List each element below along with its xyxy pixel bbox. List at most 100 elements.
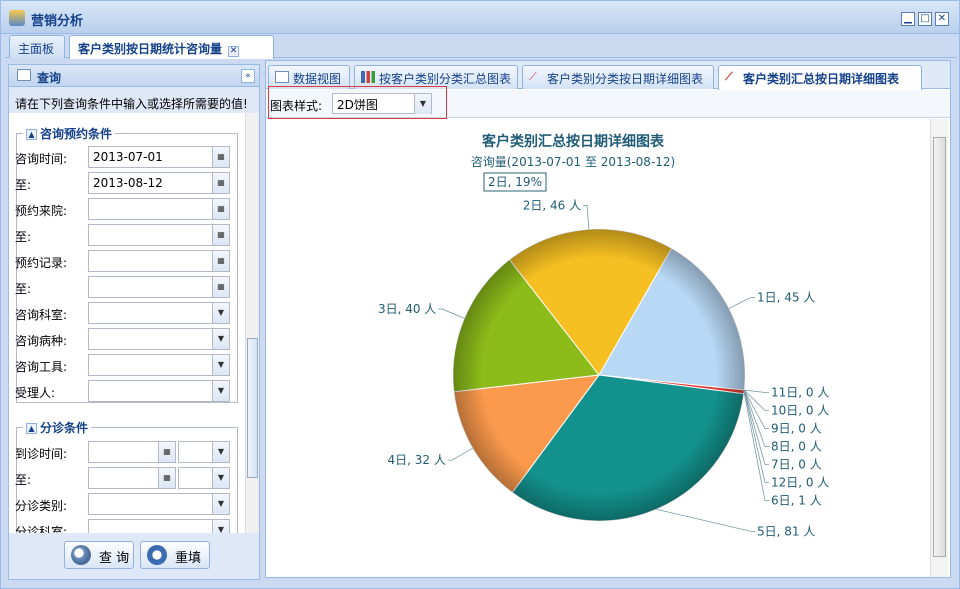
appointment-record-input[interactable]: ▦ — [88, 250, 230, 272]
collapse-icon[interactable]: « — [241, 69, 255, 83]
calendar-icon[interactable]: ▦ — [212, 225, 229, 245]
chevron-down-icon[interactable]: ▼ — [212, 442, 229, 462]
chart-title: 客户类别汇总按日期详细图表 — [481, 133, 665, 150]
arrival-hour-select[interactable]: ▼ — [178, 441, 230, 463]
tab-label: 主面板 — [18, 42, 55, 56]
calendar-icon[interactable]: ▦ — [212, 173, 229, 193]
pie-leader-line — [743, 389, 769, 447]
receiver-select[interactable]: ▼ — [88, 380, 230, 402]
triage-category-select[interactable]: ▼ — [88, 493, 230, 515]
tab-summary-date-detail-chart[interactable]: ⟋ 客户类别汇总按日期详细图表 — [718, 65, 922, 90]
chevron-down-icon[interactable]: ▼ — [212, 303, 229, 323]
maximize-button[interactable]: □ — [918, 12, 932, 26]
pie-leader-line — [447, 447, 473, 461]
tab-customer-category-date[interactable]: 客户类别按日期统计咨询量 ✕ — [69, 35, 274, 59]
app-icon — [9, 10, 25, 26]
line-chart-icon: ⟋ — [725, 70, 733, 83]
reset-button[interactable]: 重填 — [140, 541, 210, 569]
minimize-button[interactable]: ▁ — [901, 12, 915, 26]
consult-time-input[interactable]: 2013-07-01 ▦ — [88, 146, 230, 168]
tab-data-view[interactable]: 数据视图 — [268, 65, 350, 89]
pie-label: 3日, 40 人 — [378, 302, 436, 316]
pie-leader-line — [583, 205, 590, 230]
line-chart-icon: ⟋ — [529, 70, 537, 83]
consult-time-to-input[interactable]: 2013-08-12 ▦ — [88, 172, 230, 194]
calendar-icon[interactable]: ▦ — [212, 147, 229, 167]
calendar-icon[interactable]: ▦ — [158, 442, 175, 462]
scrollbar-thumb[interactable] — [247, 338, 258, 478]
chart-toolbar: 图表样式: 2D饼图 ▼ — [266, 90, 950, 118]
calendar-icon[interactable]: ▦ — [158, 468, 175, 488]
query-button[interactable]: 查 询 — [64, 541, 134, 569]
arrival-date-to-input[interactable]: ▦ — [88, 467, 176, 489]
chart-area: 客户类别汇总按日期详细图表 咨询量(2013-07-01 至 2013-08-1… — [268, 119, 930, 577]
magnifier-icon — [71, 545, 91, 565]
consult-conditions-legend[interactable]: ▲ 咨询预约条件 — [23, 125, 115, 142]
chevron-down-icon[interactable]: ▼ — [212, 381, 229, 401]
chart-scrollbar[interactable] — [930, 119, 948, 577]
outer-tab-bar: 主面板 客户类别按日期统计咨询量 ✕ — [5, 34, 957, 59]
bar-chart-icon — [361, 71, 375, 83]
query-panel-header: 查询 « — [9, 65, 259, 87]
pie-label: 10日, 0 人 — [771, 404, 829, 418]
chevron-down-icon[interactable]: ▼ — [212, 468, 229, 488]
pie-leader-line — [728, 297, 755, 309]
calendar-icon[interactable]: ▦ — [212, 277, 229, 297]
query-hint: 请在下列查询条件中输入或选择所需要的值! — [15, 97, 248, 111]
pie-label: 5日, 81 人 — [757, 524, 815, 538]
pie-label: 9日, 0 人 — [771, 422, 822, 436]
arrival-hour-to-select[interactable]: ▼ — [178, 467, 230, 489]
chart-style-label: 图表样式: — [270, 99, 323, 113]
tab-category-date-detail-chart[interactable]: ⟋ 客户类别分类按日期详细图表 — [522, 65, 714, 89]
pie-label: 6日, 1 人 — [771, 494, 822, 508]
pie-leader-line — [744, 389, 769, 393]
pie-label: 7日, 0 人 — [771, 458, 822, 472]
query-panel: 查询 « 请在下列查询条件中输入或选择所需要的值! ▲ 咨询预约条件 咨询时间: … — [8, 64, 260, 580]
inner-tab-bar: 数据视图 按客户类别分类汇总图表 ⟋ 客户类别分类按日期详细图表 ⟋ 客户类别汇… — [266, 61, 950, 90]
chart-subtitle: 咨询量(2013-07-01 至 2013-08-12) — [471, 154, 675, 169]
grid-icon — [275, 71, 289, 83]
pie-label: 2日, 46 人 — [523, 198, 581, 212]
chevron-down-icon[interactable]: ▼ — [212, 520, 229, 533]
pie-shading — [453, 229, 745, 521]
consult-disease-select[interactable]: ▼ — [88, 328, 230, 350]
query-form-scrollbar[interactable] — [245, 113, 259, 533]
collapse-group-icon[interactable]: ▲ — [26, 423, 37, 434]
pie-leader-line — [438, 308, 465, 319]
arrival-date-input[interactable]: ▦ — [88, 441, 176, 463]
chart-panel: 数据视图 按客户类别分类汇总图表 ⟋ 客户类别分类按日期详细图表 ⟋ 客户类别汇… — [265, 60, 951, 578]
appointment-visit-to-input[interactable]: ▦ — [88, 224, 230, 246]
tab-main-panel[interactable]: 主面板 — [9, 35, 65, 58]
triage-conditions-legend[interactable]: ▲ 分诊条件 — [23, 419, 91, 436]
form-icon — [17, 69, 31, 81]
close-tab-icon[interactable]: ✕ — [228, 46, 240, 57]
title-bar: 营销分析 ▁ □ ✕ — [1, 1, 959, 34]
chevron-down-icon[interactable]: ▼ — [212, 494, 229, 514]
pie-label: 12日, 0 人 — [771, 476, 829, 490]
triage-dept-select[interactable]: ▼ — [88, 519, 230, 533]
chevron-down-icon[interactable]: ▼ — [212, 355, 229, 375]
chart-style-select[interactable]: 2D饼图 ▼ — [332, 93, 432, 114]
tab-label: 客户类别按日期统计咨询量 — [78, 42, 223, 56]
calendar-icon[interactable]: ▦ — [212, 199, 229, 219]
pie-label: 11日, 0 人 — [771, 386, 829, 400]
collapse-group-icon[interactable]: ▲ — [26, 129, 37, 140]
appointment-record-to-input[interactable]: ▦ — [88, 276, 230, 298]
pie-label: 4日, 32 人 — [388, 453, 446, 467]
chevron-down-icon[interactable]: ▼ — [414, 94, 431, 114]
app-window: 营销分析 ▁ □ ✕ 主面板 客户类别按日期统计咨询量 ✕ 查询 « 请在下列查询… — [0, 0, 960, 589]
query-panel-title: 查询 — [37, 71, 62, 85]
scrollbar-thumb[interactable] — [933, 137, 946, 557]
pie-chart: 客户类别汇总按日期详细图表 咨询量(2013-07-01 至 2013-08-1… — [378, 133, 829, 538]
tooltip-text: 2日, 19% — [488, 175, 542, 189]
consult-dept-select[interactable]: ▼ — [88, 302, 230, 324]
query-form: ▲ 咨询预约条件 咨询时间: 2013-07-01 ▦ 至: 2013-08-12 ▦… — [9, 113, 259, 533]
calendar-icon[interactable]: ▦ — [212, 251, 229, 271]
pie-leader-line — [656, 508, 755, 532]
chevron-down-icon[interactable]: ▼ — [212, 329, 229, 349]
pie-label: 8日, 0 人 — [771, 440, 822, 454]
consult-tool-select[interactable]: ▼ — [88, 354, 230, 376]
close-button[interactable]: ✕ — [935, 12, 949, 26]
appointment-visit-input[interactable]: ▦ — [88, 198, 230, 220]
tab-category-summary-chart[interactable]: 按客户类别分类汇总图表 — [354, 65, 518, 89]
